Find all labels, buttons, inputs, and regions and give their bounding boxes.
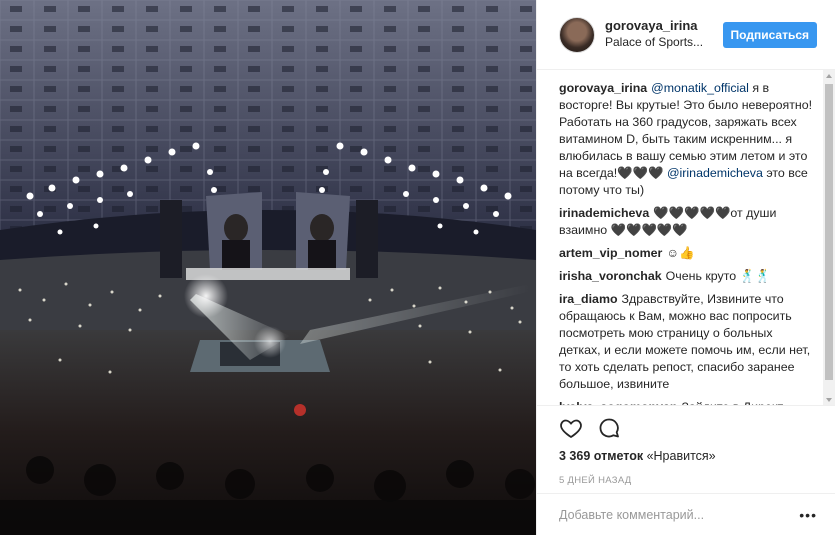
comment-username[interactable]: irisha_voronchak [559,269,662,283]
post-timestamp[interactable]: 5 дней назад [559,475,813,486]
author-username[interactable]: gorovaya_irina [605,18,723,34]
comment-username[interactable]: gorovaya_irina [559,81,647,95]
comment-username[interactable]: artem_vip_nomer [559,246,662,260]
comment-text: ☺👍 [666,246,695,260]
scrollbar-thumb[interactable] [825,84,833,380]
location-link[interactable]: Palace of Sports... [605,34,723,51]
more-dots-icon[interactable]: ••• [799,507,817,523]
speech-bubble-icon[interactable] [597,416,621,440]
comment-item: irinademicheva 🖤🖤🖤🖤🖤от души взаимно 🖤🖤🖤🖤🖤 [559,205,813,239]
comment-item: gorovaya_irina @monatik_official я в вост… [559,80,813,199]
comment-item: lyalya_sogomonyanЗайдите в Директ пожалу… [559,399,813,405]
comment-text: Здравствуйте, Извините что обращаюсь к В… [559,292,811,391]
comment-text: Очень круто 🕺🕺 [665,269,771,283]
comment-username[interactable]: ira_diamo [559,292,618,306]
post-header: gorovaya_irina Palace of Sports... Подпи… [537,0,835,70]
likes-count[interactable]: 3 369 отметок «Нравится» [559,448,813,465]
add-comment-bar: ••• [537,493,835,535]
heart-outline-icon[interactable] [559,416,583,440]
comment-item: irisha_voronchak Очень круто 🕺🕺 [559,268,813,285]
mention-link[interactable]: @irinademicheva [667,166,763,180]
post-side-panel: gorovaya_irina Palace of Sports... Подпи… [536,0,835,535]
comments-scrollbar[interactable] [823,70,835,405]
scroll-down-arrow-icon[interactable] [826,398,832,402]
likes-count-number[interactable]: 3 369 отметок [559,449,643,463]
instagram-post: gorovaya_irina Palace of Sports... Подпи… [0,0,835,535]
comments-list: gorovaya_irina @monatik_official я в вост… [537,70,835,405]
comment-input[interactable] [559,507,800,522]
likes-suffix: «Нравится» [643,449,716,463]
concert-photo[interactable] [0,0,536,535]
mention-link[interactable]: @monatik_official [651,81,749,95]
comment-username[interactable]: irinademicheva [559,206,649,220]
comment-item: ira_diamo Здравствуйте, Извините что обра… [559,291,813,393]
author-info: gorovaya_irina Palace of Sports... [605,18,723,51]
comment-item: artem_vip_nomer ☺👍 [559,245,813,262]
avatar[interactable] [559,16,595,53]
concert-photo-image [0,0,536,535]
comment-username[interactable]: lyalya_sogomonyan [559,400,677,405]
scroll-up-arrow-icon[interactable] [826,74,832,78]
post-actions: 3 369 отметок «Нравится» 5 дней назад [537,405,835,493]
follow-button[interactable]: Подписаться [722,21,817,48]
